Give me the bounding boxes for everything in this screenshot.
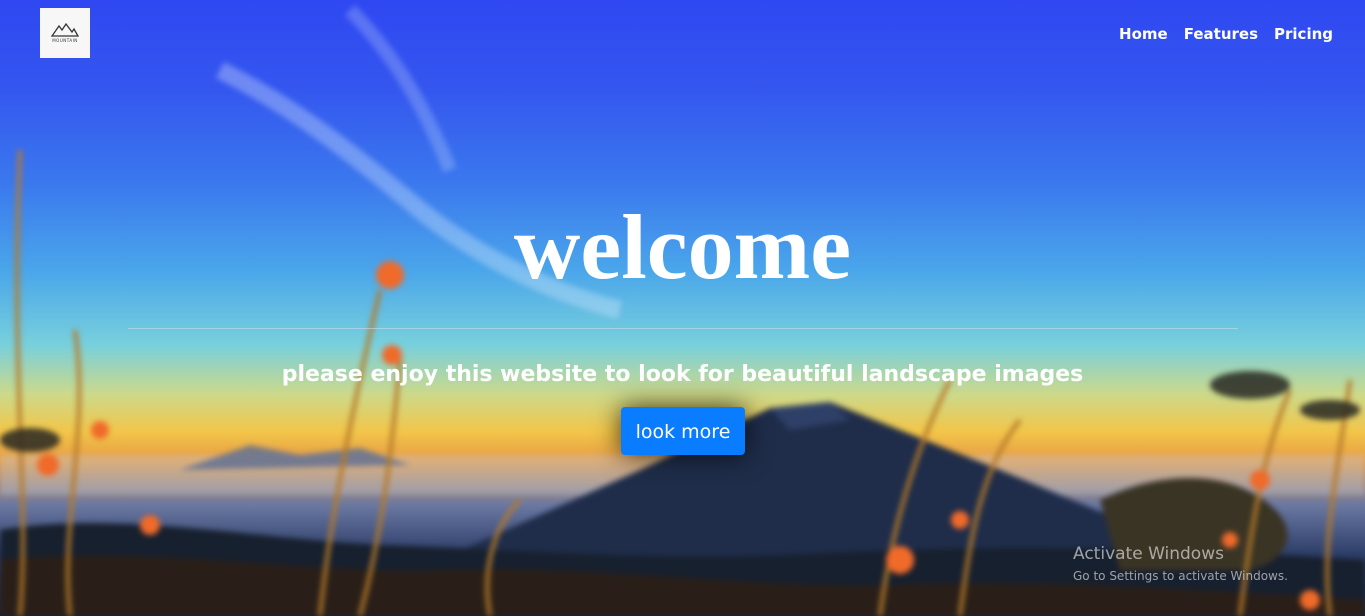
landscape-background-image — [0, 5, 1365, 616]
hero-subline: please enjoy this website to look for be… — [281, 362, 1084, 387]
logo-text: MOUNTAIN — [52, 38, 78, 43]
mountain-logo-icon — [51, 23, 79, 37]
activate-windows-subtitle: Go to Settings to activate Windows. — [1073, 569, 1288, 583]
nav-link-pricing[interactable]: Pricing — [1266, 24, 1341, 44]
nav-link-features[interactable]: Features — [1176, 24, 1266, 44]
site-logo[interactable]: MOUNTAIN — [40, 8, 90, 58]
activate-windows-watermark: Activate Windows Go to Settings to activ… — [1073, 543, 1288, 587]
hero-divider — [128, 328, 1238, 329]
hero-headline: welcome — [513, 196, 852, 298]
activate-windows-title: Activate Windows — [1073, 544, 1224, 564]
hero-section: MOUNTAIN Home Features Pricing welcome p… — [0, 0, 1365, 616]
top-navigation: Home Features Pricing — [1111, 24, 1341, 44]
nav-link-home[interactable]: Home — [1111, 24, 1176, 44]
look-more-button[interactable]: look more — [621, 407, 745, 455]
